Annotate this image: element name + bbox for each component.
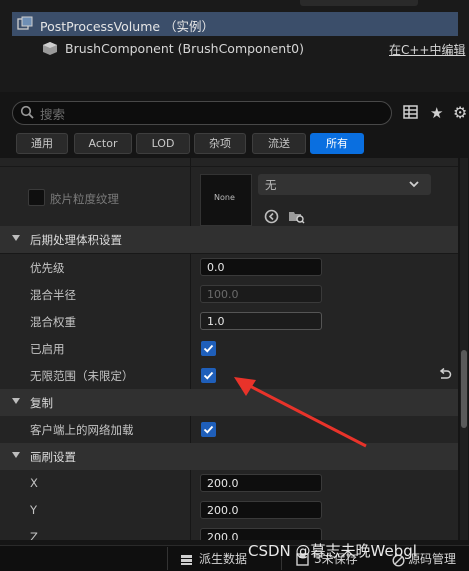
- infinite-extent-checkbox[interactable]: [201, 368, 216, 383]
- expand-arrow-icon: [12, 235, 20, 241]
- thumbnail-none-text: None: [214, 193, 235, 202]
- property-label: Z: [30, 530, 38, 540]
- property-label: 客户端上的网络加载: [30, 423, 134, 437]
- derived-data-icon: [180, 554, 193, 569]
- priority-field[interactable]: 0.0: [200, 258, 322, 276]
- property-label: Y: [30, 503, 38, 517]
- search-icon: [20, 105, 34, 122]
- blend-radius-field[interactable]: 100.0: [200, 285, 322, 303]
- table-view-icon[interactable]: [403, 105, 418, 122]
- override-checkbox[interactable]: [28, 189, 45, 206]
- asset-dropdown[interactable]: 无: [258, 174, 431, 195]
- property-label: 混合半径: [30, 288, 76, 302]
- net-load-checkbox[interactable]: [201, 422, 216, 437]
- toolbar-button-stub[interactable]: [300, 0, 418, 6]
- folder-search-icon[interactable]: [288, 209, 305, 227]
- blend-weight-slider[interactable]: 1.0: [200, 312, 322, 330]
- category-replication[interactable]: 复制: [0, 389, 458, 417]
- property-row-infinite-extent: 无限范围（未限定）: [0, 362, 458, 390]
- derived-data-button[interactable]: 派生数据: [199, 548, 247, 570]
- annotation-arrow-icon: [234, 377, 367, 448]
- brush-y-field[interactable]: 200.0: [200, 501, 322, 519]
- status-divider: [167, 547, 168, 570]
- category-post-process-volume-settings[interactable]: 后期处理体积设置: [0, 226, 458, 254]
- tab-lod[interactable]: LOD: [136, 133, 190, 154]
- brush-z-field[interactable]: 200.0: [200, 528, 322, 540]
- search-input[interactable]: [12, 101, 392, 125]
- scrollbar-track[interactable]: [460, 158, 468, 540]
- property-row-partial: [0, 158, 458, 167]
- property-label: 混合权重: [30, 315, 76, 329]
- edit-in-cpp-link[interactable]: 在C++中编辑: [389, 41, 466, 58]
- property-label: 优先级: [30, 261, 65, 275]
- texture-thumbnail[interactable]: None: [200, 174, 252, 226]
- tab-actor[interactable]: Actor: [74, 133, 132, 154]
- property-row-blend-weight: 混合权重 1.0: [0, 308, 458, 336]
- property-row-brush-x: X 200.0: [0, 470, 458, 498]
- reset-to-default-icon[interactable]: [438, 367, 452, 384]
- tab-general[interactable]: 通用: [16, 133, 68, 154]
- watermark-text: CSDN @暮志未晚Webgl: [248, 542, 417, 560]
- category-brush-settings[interactable]: 画刷设置: [0, 443, 458, 471]
- enabled-checkbox[interactable]: [201, 341, 216, 356]
- category-label: 画刷设置: [30, 450, 76, 464]
- property-row-priority: 优先级 0.0: [0, 254, 458, 282]
- property-row-film-grain-texture: 胶片粒度纹理 None 无: [0, 167, 458, 235]
- tab-all[interactable]: 所有: [310, 133, 364, 154]
- property-row-net-load-on-client: 客户端上的网络加载: [0, 416, 458, 444]
- chevron-down-icon: [408, 178, 420, 192]
- details-property-grid: 胶片粒度纹理 None 无 后期处理体积设置 优先级 0.0 混合半径 100.…: [0, 158, 458, 540]
- property-label: 已启用: [30, 342, 65, 356]
- tab-streaming[interactable]: 流送: [252, 133, 306, 154]
- category-label: 后期处理体积设置: [30, 233, 122, 247]
- expand-arrow-icon: [12, 452, 20, 458]
- property-label: X: [30, 476, 38, 490]
- volume-actor-icon: [17, 16, 34, 31]
- brush-component-icon: [42, 41, 59, 56]
- actor-name-label: PostProcessVolume （实例）: [40, 19, 215, 34]
- component-name-label[interactable]: BrushComponent (BrushComponent0): [65, 41, 304, 56]
- scrollbar-thumb[interactable]: [461, 350, 467, 428]
- tab-misc[interactable]: 杂项: [194, 133, 246, 154]
- dropdown-value: 无: [265, 178, 277, 192]
- brush-x-field[interactable]: 200.0: [200, 474, 322, 492]
- property-label: 无限范围（未限定）: [30, 369, 134, 383]
- property-row-brush-z: Z 200.0: [0, 524, 458, 540]
- expand-arrow-icon: [12, 398, 20, 404]
- property-label: 胶片粒度纹理: [50, 192, 119, 206]
- search-placeholder: 搜索: [40, 107, 66, 122]
- browse-arrow-icon[interactable]: [264, 209, 279, 227]
- property-row-brush-y: Y 200.0: [0, 497, 458, 525]
- property-row-enabled: 已启用: [0, 335, 458, 363]
- settings-gear-icon[interactable]: ⚙: [453, 103, 467, 122]
- favorite-star-icon[interactable]: ★: [430, 104, 443, 122]
- category-label: 复制: [30, 396, 53, 410]
- property-row-blend-radius: 混合半径 100.0: [0, 281, 458, 309]
